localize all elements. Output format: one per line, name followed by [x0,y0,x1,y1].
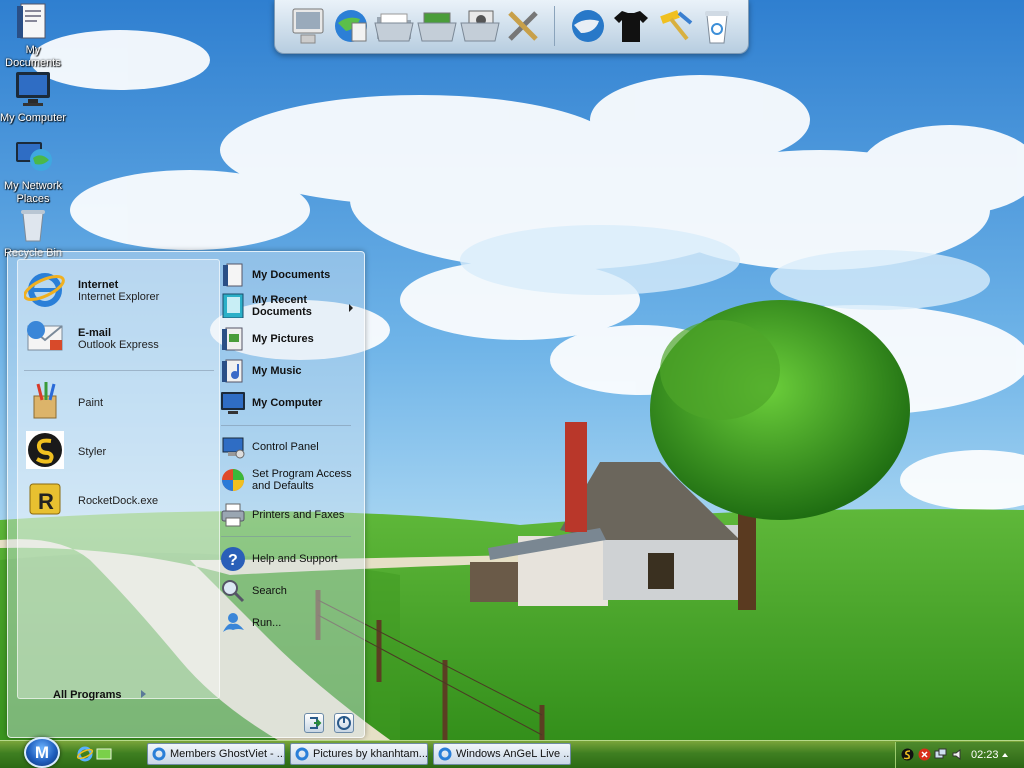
start-item-printers-and-faxes[interactable]: Printers and Faxes [220,502,360,528]
search-icon [220,578,246,604]
taskbar-button-windows-angel-live[interactable]: Windows AnGeL Live ... [433,743,571,765]
start-menu-programs-pane: Internet Internet Explorer E-mail Outloo… [17,259,221,701]
rocketdock-bar [274,0,749,54]
recent-documents-icon [220,292,246,319]
my-documents-icon [13,2,53,42]
printer-icon [220,502,246,528]
start-menu-divider [221,536,351,537]
styler-icon [24,429,66,471]
paint-icon [24,380,66,422]
show-desktop-icon[interactable] [96,746,112,762]
start-item-email[interactable]: E-mail Outlook Express [18,314,221,358]
security-alert-icon[interactable] [918,748,931,761]
start-item-help-and-support[interactable]: ? Help and Support [220,546,360,572]
start-item-search[interactable]: Search [220,578,360,604]
hammer-icon[interactable] [653,5,695,47]
start-item-my-music[interactable]: My Music [220,358,360,384]
start-menu: Internet Internet Explorer E-mail Outloo… [7,251,365,738]
start-item-my-documents[interactable]: My Documents [220,262,360,288]
start-item-program-access[interactable]: Set Program Access and Defaults [220,466,360,496]
svg-text:R: R [38,489,54,514]
my-music-icon [220,358,246,384]
start-item-styler[interactable]: Styler [18,427,221,471]
dock-separator [554,6,555,46]
volume-icon[interactable] [951,748,964,761]
start-item-my-computer[interactable]: My Computer [220,390,360,416]
chevron-up-icon[interactable] [1002,753,1008,757]
tshirt-icon[interactable] [610,5,652,47]
start-item-rocketdock[interactable]: R RocketDock.exe [18,476,221,520]
start-menu-divider [221,425,351,426]
run-icon [220,610,246,636]
start-item-my-pictures[interactable]: My Pictures [220,326,360,352]
chevron-right-icon [141,690,146,698]
desktop-icon-my-documents[interactable]: My Documents [0,2,68,70]
desktop-icon-label: My Documents [5,44,61,69]
my-pictures-icon [220,326,246,352]
log-off-button[interactable] [304,713,324,733]
svg-text:?: ? [228,552,238,569]
my-documents-icon [220,262,246,288]
my-computer-icon [220,390,246,416]
internet-explorer-icon [23,268,66,310]
chevron-right-icon [349,304,353,312]
rocketdock-icon: R [24,478,66,520]
computer-icon[interactable] [287,5,329,47]
start-menu-divider [24,370,214,371]
clock[interactable]: 02:23 [971,749,999,761]
desktop-icon-my-network-places[interactable]: My Network Places [0,138,68,206]
internet-explorer-icon [438,747,452,761]
internet-explorer-icon [295,747,309,761]
program-access-icon [220,466,246,492]
folder-pictures-icon[interactable] [416,5,458,47]
start-item-internet[interactable]: Internet Internet Explorer [18,266,221,310]
styler-tray-icon[interactable] [901,748,914,761]
control-panel-icon [220,434,246,460]
all-programs-button[interactable]: All Programs [53,689,121,701]
desktop-icon-my-computer[interactable]: My Computer [0,70,68,125]
internet-explorer-icon [152,747,166,761]
desktop-icon-label: My Computer [0,112,67,124]
start-item-control-panel[interactable]: Control Panel [220,434,360,460]
taskbar-button-members-ghostviet[interactable]: Members GhostViet - ... [147,743,285,765]
tools-icon[interactable] [502,5,544,47]
shut-down-button[interactable] [334,713,354,733]
desktop-icon-label: My Network Places [3,180,63,205]
network-tray-icon[interactable] [934,748,947,761]
globe-network-icon[interactable] [567,5,609,47]
recycle-bin-icon [13,205,53,245]
taskbar-button-pictures-by-khanhtam[interactable]: Pictures by khanhtam... [290,743,428,765]
help-icon: ? [220,546,246,572]
folder-photo-icon[interactable] [459,5,501,47]
recycle-bin-icon[interactable] [696,5,738,47]
start-item-run[interactable]: Run... [220,610,360,636]
network-globe-icon [13,138,53,178]
internet-explorer-icon[interactable] [76,746,94,762]
folder-icon[interactable] [373,5,415,47]
email-icon [24,316,66,358]
start-item-paint[interactable]: Paint [18,378,221,422]
globe-icon[interactable] [330,5,372,47]
start-button[interactable]: M [24,737,60,768]
monitor-icon [13,70,53,110]
start-item-my-recent-documents[interactable]: My Recent Documents [220,292,360,320]
